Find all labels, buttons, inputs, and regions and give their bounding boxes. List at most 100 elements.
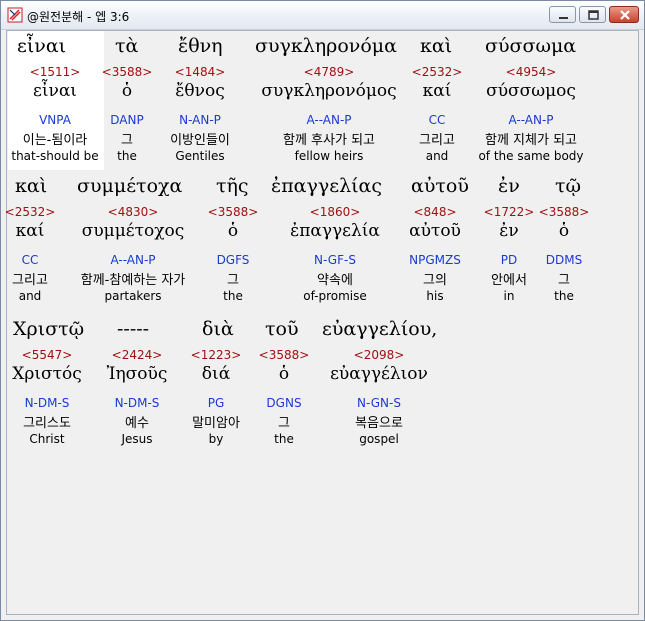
word-pars[interactable]: CC xyxy=(429,113,446,127)
word-pars[interactable]: N-GN-S xyxy=(357,396,401,410)
word-pars[interactable]: A--AN-P xyxy=(306,113,351,127)
word-g2[interactable]: εἶναι xyxy=(33,81,77,101)
word-num[interactable]: <2098> xyxy=(354,348,405,362)
word-kor[interactable]: 그 xyxy=(121,129,133,148)
word-eng[interactable]: of the same body xyxy=(478,149,583,163)
word-eng[interactable]: and xyxy=(19,289,42,303)
word-g2[interactable]: ἔθνος xyxy=(175,81,224,101)
word-g2[interactable]: εὐαγγέλιον xyxy=(330,364,428,384)
word-kor[interactable]: 함께-참예하는 자가 xyxy=(81,269,186,288)
word-g1[interactable]: ----- xyxy=(117,318,149,340)
word-num[interactable]: <1860> xyxy=(310,205,361,219)
word-eng[interactable]: of-promise xyxy=(303,289,367,303)
word-pars[interactable]: DGNS xyxy=(266,396,301,410)
word-g2[interactable]: αὐτοῦ xyxy=(409,221,461,241)
word-eng[interactable]: the xyxy=(223,289,243,303)
word-g1[interactable]: τοῦ xyxy=(265,318,299,340)
word-eng[interactable]: partakers xyxy=(104,289,161,303)
word-num[interactable]: <2424> xyxy=(112,348,163,362)
word-g1[interactable]: διὰ xyxy=(202,318,234,340)
word-g1[interactable]: τῆς xyxy=(216,175,249,197)
word-num[interactable]: <1722> xyxy=(484,205,535,219)
word-num[interactable]: <1484> xyxy=(175,65,226,79)
word-g2[interactable]: ἐπαγγελία xyxy=(290,221,380,241)
word-pars[interactable]: N-GF-S xyxy=(314,253,356,267)
title-bar[interactable]: @원전분해 - 엡 3:6 xyxy=(1,1,644,30)
word-pars[interactable]: PD xyxy=(501,253,517,267)
maximize-button[interactable] xyxy=(579,6,606,23)
word-kor[interactable]: 함께 지체가 되고 xyxy=(485,129,577,148)
word-kor[interactable]: 예수 xyxy=(125,412,149,431)
word-g1[interactable]: Χριστῷ xyxy=(13,318,84,340)
word-g1[interactable]: σύσσωμα xyxy=(485,35,576,57)
word-eng[interactable]: fellow heirs xyxy=(295,149,364,163)
word-g2[interactable]: σύσσωμος xyxy=(486,81,576,101)
word-eng[interactable]: by xyxy=(209,432,224,446)
word-num[interactable]: <2532> xyxy=(5,205,56,219)
word-kor[interactable]: 안에서 xyxy=(491,269,527,288)
word-num[interactable]: <1223> xyxy=(191,348,242,362)
word-kor[interactable]: 그리고 xyxy=(12,269,48,288)
word-g2[interactable]: συγκληρονόμος xyxy=(261,81,396,101)
word-num[interactable]: <4789> xyxy=(304,65,355,79)
word-g1[interactable]: τὰ xyxy=(115,35,138,57)
word-pars[interactable]: N-DM-S xyxy=(25,396,70,410)
word-num[interactable]: <3588> xyxy=(259,348,310,362)
word-kor[interactable]: 그의 xyxy=(423,269,447,288)
word-num[interactable]: <3588> xyxy=(539,205,590,219)
word-g1[interactable]: ἐν xyxy=(498,175,520,197)
close-button[interactable] xyxy=(609,6,639,23)
word-kor[interactable]: 이는-됨이라 xyxy=(23,129,88,148)
word-eng[interactable]: and xyxy=(426,149,449,163)
word-eng[interactable]: gospel xyxy=(359,432,399,446)
word-g1[interactable]: αὐτοῦ xyxy=(411,175,469,197)
word-g2[interactable]: καί xyxy=(423,81,452,101)
word-kor[interactable]: 그 xyxy=(278,412,290,431)
word-g1[interactable]: συμμέτοχα xyxy=(77,175,182,197)
word-g1[interactable]: τῷ xyxy=(555,175,581,197)
word-kor[interactable]: 그 xyxy=(227,269,239,288)
minimize-button[interactable] xyxy=(549,6,576,23)
word-g1[interactable]: εἶναι xyxy=(17,35,66,57)
word-kor[interactable]: 함께 후사가 되고 xyxy=(283,129,375,148)
word-g2[interactable]: ὁ xyxy=(228,221,238,241)
word-num[interactable]: <3588> xyxy=(102,65,153,79)
word-pars[interactable]: VNPA xyxy=(39,113,71,127)
word-eng[interactable]: the xyxy=(554,289,574,303)
word-g2[interactable]: Χριστός xyxy=(12,364,82,384)
word-num[interactable]: <1511> xyxy=(30,65,81,79)
word-g2[interactable]: καί xyxy=(16,221,45,241)
word-pars[interactable]: CC xyxy=(22,253,39,267)
word-g1[interactable]: εὐαγγελίου, xyxy=(322,318,437,340)
word-num[interactable]: <5547> xyxy=(22,348,73,362)
word-num[interactable]: <4954> xyxy=(506,65,557,79)
word-eng[interactable]: Gentiles xyxy=(175,149,224,163)
word-g1[interactable]: ἐπαγγελίας xyxy=(271,175,382,197)
word-g2[interactable]: ἐν xyxy=(499,221,518,241)
word-num[interactable]: <848> xyxy=(413,205,456,219)
word-pars[interactable]: A--AN-P xyxy=(110,253,155,267)
word-pars[interactable]: A--AN-P xyxy=(508,113,553,127)
word-eng[interactable]: the xyxy=(117,149,137,163)
word-eng[interactable]: Jesus xyxy=(121,432,152,446)
word-num[interactable]: <4830> xyxy=(108,205,159,219)
word-eng[interactable]: in xyxy=(504,289,515,303)
word-pars[interactable]: DDMS xyxy=(546,253,582,267)
word-pars[interactable]: DGFS xyxy=(217,253,250,267)
word-kor[interactable]: 말미암아 xyxy=(192,412,240,431)
word-g1[interactable]: καὶ xyxy=(420,35,452,57)
word-g2[interactable]: ὁ xyxy=(122,81,132,101)
word-num[interactable]: <2532> xyxy=(412,65,463,79)
word-kor[interactable]: 복음으로 xyxy=(355,412,403,431)
word-pars[interactable]: N-DM-S xyxy=(115,396,160,410)
word-eng[interactable]: his xyxy=(426,289,443,303)
word-g1[interactable]: συγκληρονόμα xyxy=(255,35,397,57)
word-pars[interactable]: NPGMZS xyxy=(409,253,461,267)
word-kor[interactable]: 약속에 xyxy=(317,269,353,288)
word-g1[interactable]: ἔθνη xyxy=(178,35,223,57)
word-kor[interactable]: 그 xyxy=(558,269,570,288)
word-num[interactable]: <3588> xyxy=(208,205,259,219)
word-kor[interactable]: 이방인들이 xyxy=(170,129,230,148)
word-kor[interactable]: 그리고 xyxy=(419,129,455,148)
word-g1[interactable]: καὶ xyxy=(15,175,47,197)
